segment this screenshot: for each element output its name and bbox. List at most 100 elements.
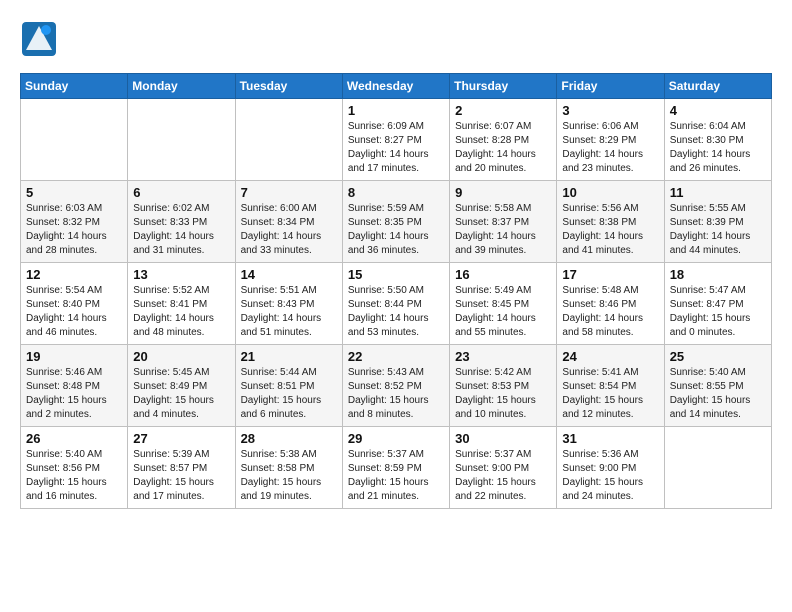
- calendar-cell: 20 Sunrise: 5:45 AM Sunset: 8:49 PM Dayli…: [128, 345, 235, 427]
- day-number: 31: [562, 431, 658, 446]
- day-detail: Sunrise: 5:51 AM Sunset: 8:43 PM Dayligh…: [241, 284, 337, 340]
- day-detail: Sunrise: 6:04 AM Sunset: 8:30 PM Dayligh…: [670, 120, 766, 176]
- weekday-header-sunday: Sunday: [21, 74, 128, 99]
- day-number: 15: [348, 267, 444, 282]
- day-number: 6: [133, 185, 229, 200]
- day-detail: Sunrise: 5:37 AM Sunset: 9:00 PM Dayligh…: [455, 448, 551, 504]
- day-detail: Sunrise: 6:03 AM Sunset: 8:32 PM Dayligh…: [26, 202, 122, 258]
- calendar-table: SundayMondayTuesdayWednesdayThursdayFrid…: [20, 73, 772, 509]
- calendar-cell: 13 Sunrise: 5:52 AM Sunset: 8:41 PM Dayli…: [128, 263, 235, 345]
- day-detail: Sunrise: 6:07 AM Sunset: 8:28 PM Dayligh…: [455, 120, 551, 176]
- weekday-header-saturday: Saturday: [664, 74, 771, 99]
- day-number: 10: [562, 185, 658, 200]
- day-detail: Sunrise: 5:36 AM Sunset: 9:00 PM Dayligh…: [562, 448, 658, 504]
- calendar-header-row: SundayMondayTuesdayWednesdayThursdayFrid…: [21, 74, 772, 99]
- day-number: 2: [455, 103, 551, 118]
- day-detail: Sunrise: 6:00 AM Sunset: 8:34 PM Dayligh…: [241, 202, 337, 258]
- calendar-cell: 7Sunrise: 6:00 AM Sunset: 8:34 PM Daylig…: [235, 181, 342, 263]
- calendar-week-row: 19 Sunrise: 5:46 AM Sunset: 8:48 PM Dayli…: [21, 345, 772, 427]
- calendar-cell: 6 Sunrise: 6:02 AM Sunset: 8:33 PM Daylig…: [128, 181, 235, 263]
- day-number: 28: [241, 431, 337, 446]
- day-number: 16: [455, 267, 551, 282]
- calendar-cell: 27 Sunrise: 5:39 AM Sunset: 8:57 PM Dayli…: [128, 427, 235, 509]
- calendar-cell: 8 Sunrise: 5:59 AM Sunset: 8:35 PM Daylig…: [342, 181, 449, 263]
- calendar-cell: 10 Sunrise: 5:56 AM Sunset: 8:38 PM Dayli…: [557, 181, 664, 263]
- calendar-cell: 14 Sunrise: 5:51 AM Sunset: 8:43 PM Dayli…: [235, 263, 342, 345]
- day-number: 20: [133, 349, 229, 364]
- calendar-week-row: 12 Sunrise: 5:54 AM Sunset: 8:40 PM Dayli…: [21, 263, 772, 345]
- day-number: 22: [348, 349, 444, 364]
- day-number: 29: [348, 431, 444, 446]
- day-number: 23: [455, 349, 551, 364]
- day-number: 26: [26, 431, 122, 446]
- calendar-cell: 21Sunrise: 5:44 AM Sunset: 8:51 PM Dayli…: [235, 345, 342, 427]
- calendar-cell: 29 Sunrise: 5:37 AM Sunset: 8:59 PM Dayli…: [342, 427, 449, 509]
- day-detail: Sunrise: 5:52 AM Sunset: 8:41 PM Dayligh…: [133, 284, 229, 340]
- calendar-cell: 12 Sunrise: 5:54 AM Sunset: 8:40 PM Dayli…: [21, 263, 128, 345]
- calendar-cell: 22 Sunrise: 5:43 AM Sunset: 8:52 PM Dayli…: [342, 345, 449, 427]
- weekday-header-friday: Friday: [557, 74, 664, 99]
- calendar-cell: 25 Sunrise: 5:40 AM Sunset: 8:55 PM Dayli…: [664, 345, 771, 427]
- day-detail: Sunrise: 5:43 AM Sunset: 8:52 PM Dayligh…: [348, 366, 444, 422]
- day-detail: Sunrise: 5:49 AM Sunset: 8:45 PM Dayligh…: [455, 284, 551, 340]
- day-number: 17: [562, 267, 658, 282]
- day-number: 19: [26, 349, 122, 364]
- day-number: 11: [670, 185, 766, 200]
- calendar-cell: 1Sunrise: 6:09 AM Sunset: 8:27 PM Daylig…: [342, 99, 449, 181]
- calendar-week-row: 5 Sunrise: 6:03 AM Sunset: 8:32 PM Daylig…: [21, 181, 772, 263]
- day-number: 30: [455, 431, 551, 446]
- logo-icon: [20, 20, 58, 58]
- day-number: 1: [348, 103, 444, 118]
- calendar-cell: 28 Sunrise: 5:38 AM Sunset: 8:58 PM Dayli…: [235, 427, 342, 509]
- day-detail: Sunrise: 5:41 AM Sunset: 8:54 PM Dayligh…: [562, 366, 658, 422]
- calendar-cell: [21, 99, 128, 181]
- calendar-week-row: 26Sunrise: 5:40 AM Sunset: 8:56 PM Dayli…: [21, 427, 772, 509]
- day-detail: Sunrise: 5:59 AM Sunset: 8:35 PM Dayligh…: [348, 202, 444, 258]
- day-detail: Sunrise: 5:48 AM Sunset: 8:46 PM Dayligh…: [562, 284, 658, 340]
- day-number: 27: [133, 431, 229, 446]
- calendar-cell: 4 Sunrise: 6:04 AM Sunset: 8:30 PM Daylig…: [664, 99, 771, 181]
- day-detail: Sunrise: 5:54 AM Sunset: 8:40 PM Dayligh…: [26, 284, 122, 340]
- logo: [20, 20, 62, 63]
- day-detail: Sunrise: 5:38 AM Sunset: 8:58 PM Dayligh…: [241, 448, 337, 504]
- calendar-week-row: 1Sunrise: 6:09 AM Sunset: 8:27 PM Daylig…: [21, 99, 772, 181]
- calendar-cell: 24 Sunrise: 5:41 AM Sunset: 8:54 PM Dayli…: [557, 345, 664, 427]
- calendar-cell: 17 Sunrise: 5:48 AM Sunset: 8:46 PM Dayli…: [557, 263, 664, 345]
- day-detail: Sunrise: 5:47 AM Sunset: 8:47 PM Dayligh…: [670, 284, 766, 340]
- day-number: 21: [241, 349, 337, 364]
- day-detail: Sunrise: 5:46 AM Sunset: 8:48 PM Dayligh…: [26, 366, 122, 422]
- calendar-cell: 31 Sunrise: 5:36 AM Sunset: 9:00 PM Dayli…: [557, 427, 664, 509]
- day-detail: Sunrise: 5:45 AM Sunset: 8:49 PM Dayligh…: [133, 366, 229, 422]
- weekday-header-tuesday: Tuesday: [235, 74, 342, 99]
- calendar-cell: [128, 99, 235, 181]
- day-detail: Sunrise: 5:56 AM Sunset: 8:38 PM Dayligh…: [562, 202, 658, 258]
- calendar-cell: 9 Sunrise: 5:58 AM Sunset: 8:37 PM Daylig…: [450, 181, 557, 263]
- calendar-cell: [235, 99, 342, 181]
- day-number: 24: [562, 349, 658, 364]
- day-detail: Sunrise: 5:39 AM Sunset: 8:57 PM Dayligh…: [133, 448, 229, 504]
- day-number: 3: [562, 103, 658, 118]
- calendar-cell: 19 Sunrise: 5:46 AM Sunset: 8:48 PM Dayli…: [21, 345, 128, 427]
- day-detail: Sunrise: 5:37 AM Sunset: 8:59 PM Dayligh…: [348, 448, 444, 504]
- page-header: [20, 20, 772, 63]
- weekday-header-thursday: Thursday: [450, 74, 557, 99]
- day-number: 25: [670, 349, 766, 364]
- calendar-cell: 15 Sunrise: 5:50 AM Sunset: 8:44 PM Dayli…: [342, 263, 449, 345]
- day-detail: Sunrise: 5:40 AM Sunset: 8:55 PM Dayligh…: [670, 366, 766, 422]
- calendar-cell: 16 Sunrise: 5:49 AM Sunset: 8:45 PM Dayli…: [450, 263, 557, 345]
- day-number: 9: [455, 185, 551, 200]
- day-detail: Sunrise: 5:55 AM Sunset: 8:39 PM Dayligh…: [670, 202, 766, 258]
- day-number: 13: [133, 267, 229, 282]
- day-detail: Sunrise: 5:58 AM Sunset: 8:37 PM Dayligh…: [455, 202, 551, 258]
- day-detail: Sunrise: 6:02 AM Sunset: 8:33 PM Dayligh…: [133, 202, 229, 258]
- calendar-cell: 30 Sunrise: 5:37 AM Sunset: 9:00 PM Dayli…: [450, 427, 557, 509]
- day-number: 12: [26, 267, 122, 282]
- day-detail: Sunrise: 5:50 AM Sunset: 8:44 PM Dayligh…: [348, 284, 444, 340]
- day-number: 4: [670, 103, 766, 118]
- calendar-cell: [664, 427, 771, 509]
- calendar-cell: 2 Sunrise: 6:07 AM Sunset: 8:28 PM Daylig…: [450, 99, 557, 181]
- day-detail: Sunrise: 5:42 AM Sunset: 8:53 PM Dayligh…: [455, 366, 551, 422]
- day-number: 5: [26, 185, 122, 200]
- day-number: 8: [348, 185, 444, 200]
- day-number: 14: [241, 267, 337, 282]
